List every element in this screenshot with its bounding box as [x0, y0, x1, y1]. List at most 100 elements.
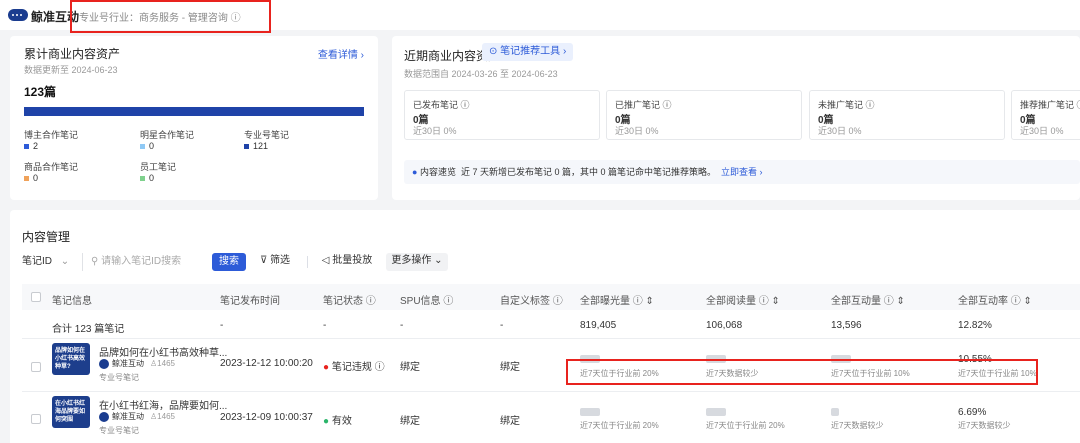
cat-value: 0 — [140, 173, 154, 183]
interactions-rank: 近7天数据较少 — [831, 421, 884, 430]
hidden-value — [706, 408, 726, 416]
view-details-link[interactable]: 查看详情 › — [318, 46, 364, 61]
col-publish-time[interactable]: 笔记发布时间 — [220, 292, 280, 307]
note-title[interactable]: 品牌如何在小红书高效种草... — [99, 344, 227, 359]
tip-text: 近 7 天新增已发布笔记 0 篇，其中 0 篇笔记命中笔记推荐策略。 — [460, 167, 717, 177]
bind-spu-link[interactable]: 绑定 — [400, 412, 420, 427]
avatar — [99, 358, 109, 369]
date-range: 数据范围自 2024-03-26 至 2024-06-23 — [404, 69, 558, 79]
stat-label: 推荐推广笔记 ⓘ — [1020, 100, 1080, 110]
legend-swatch — [140, 176, 145, 182]
id-type-select[interactable]: 笔记ID ⌄ — [22, 253, 82, 271]
total-cell: - — [400, 320, 404, 331]
row-checkbox[interactable] — [31, 362, 41, 372]
bind-tag-link[interactable]: 绑定 — [500, 358, 520, 373]
col-interactions[interactable]: 全部互动量 ⓘ ⇕ — [831, 292, 905, 307]
cumulative-assets-card: 累计商业内容资产 查看详情 › 数据更新至 2024-06-23 123篇 博主… — [10, 36, 378, 200]
search-input[interactable]: ⚲ 请输入笔记ID搜索 — [82, 253, 202, 271]
more-actions-button[interactable]: 更多操作 ⌄ — [386, 253, 448, 271]
hidden-value — [831, 408, 839, 416]
tip-label: 内容速览 — [419, 167, 456, 177]
col-note-info: 笔记信息 — [52, 296, 92, 307]
brand-logo-icon — [8, 9, 28, 21]
stat-sub: 近30日 0% — [615, 126, 659, 136]
filter-icon: ⊽ — [259, 255, 271, 266]
chevron-down-icon: ⌄ — [60, 256, 70, 267]
total-notes: 123篇 — [24, 85, 57, 99]
rate-rank: 近7天数据较少 — [958, 421, 1011, 430]
cat-label: 明星合作笔记 — [140, 130, 195, 140]
cat-value: 2 — [24, 141, 38, 151]
status-badge: ● 笔记违规 ⓘ — [323, 362, 385, 373]
stat-published: 已发布笔记 ⓘ 0篇 近30日 0% — [404, 90, 600, 140]
exposure-rank: 近7天位于行业前 20% — [580, 421, 659, 430]
total-exposure: 819,405 — [580, 320, 617, 331]
bind-tag-link[interactable]: 绑定 — [500, 412, 520, 427]
cat-label: 商品合作笔记 — [24, 162, 79, 172]
row-divider — [22, 391, 1080, 392]
bind-spu-link[interactable]: 绑定 — [400, 358, 420, 373]
total-cell: - — [323, 320, 327, 331]
note-account: 鲸准互动 ♙1465 — [99, 411, 175, 422]
search-icon: ⚲ — [91, 256, 102, 267]
distribution-bar — [24, 107, 364, 116]
note-title[interactable]: 在小红书红海，品牌要如何... — [99, 397, 227, 412]
highlight-metrics — [566, 359, 1038, 385]
select-all-checkbox[interactable] — [31, 292, 41, 302]
note-thumbnail[interactable]: 品牌如何在小红书高效种草? — [52, 343, 90, 375]
col-interaction-rate[interactable]: 全部互动率 ⓘ ⇕ — [958, 292, 1032, 307]
reads-rank: 近7天位于行业前 20% — [706, 421, 785, 430]
stat-label: 未推广笔记 ⓘ — [818, 100, 875, 110]
status-dot: ● — [323, 362, 332, 373]
status-dot: ● — [323, 416, 332, 427]
pin-icon: ⊙ — [489, 46, 501, 57]
total-interactions: 13,596 — [831, 320, 862, 331]
row-divider — [22, 338, 1080, 339]
search-button[interactable]: 搜索 — [212, 253, 246, 271]
section-title: 内容管理 — [22, 230, 71, 244]
avatar — [99, 411, 109, 422]
stat-promoted: 已推广笔记 ⓘ 0篇 近30日 0% — [606, 90, 802, 140]
highlight-industry — [70, 0, 271, 33]
total-cell: - — [220, 320, 224, 331]
stat-label: 已发布笔记 ⓘ — [413, 100, 470, 110]
col-reads[interactable]: 全部阅读量 ⓘ ⇕ — [706, 292, 780, 307]
cat-label: 博主合作笔记 — [24, 130, 79, 140]
note-type: 专业号笔记 — [99, 426, 139, 435]
cat-value: 0 — [140, 141, 154, 151]
row-checkbox[interactable] — [31, 414, 41, 424]
col-custom-tag[interactable]: 自定义标签 ⓘ — [500, 292, 563, 307]
stat-sub: 近30日 0% — [413, 126, 457, 136]
total-label: 合计 123 篇笔记 — [52, 324, 125, 335]
hidden-value — [580, 408, 600, 416]
col-status[interactable]: 笔记状态 ⓘ — [323, 292, 376, 307]
stat-unpromoted: 未推广笔记 ⓘ 0篇 近30日 0% — [809, 90, 1005, 140]
cat-label: 专业号笔记 — [244, 130, 290, 140]
cat-label: 员工笔记 — [140, 162, 177, 172]
status-badge: ● 有效 — [323, 416, 352, 427]
legend-swatch — [140, 144, 145, 150]
total-cell: - — [500, 320, 504, 331]
col-exposure[interactable]: 全部曝光量 ⓘ ⇕ — [580, 292, 654, 307]
legend-swatch — [24, 176, 29, 182]
content-tip-bar: ● 内容速览 近 7 天新增已发布笔记 0 篇，其中 0 篇笔记命中笔记推荐策略… — [404, 160, 1080, 184]
cat-value: 121 — [244, 141, 268, 151]
note-thumbnail[interactable]: 在小红书红海品牌要如何突围 — [52, 396, 90, 428]
updated-date: 数据更新至 2024-06-23 — [24, 65, 118, 75]
total-reads: 106,068 — [706, 320, 743, 331]
total-rate: 12.82% — [958, 320, 992, 331]
stat-sub: 近30日 0% — [818, 126, 862, 136]
recent-assets-card: 近期商业内容资产 ⊙ 笔记推荐工具 › 数据范围自 2024-03-26 至 2… — [392, 36, 1080, 200]
legend-swatch — [244, 144, 249, 150]
publish-time: 2023-12-09 10:00:37 — [220, 412, 313, 423]
legend-swatch — [24, 144, 29, 150]
divider — [307, 256, 308, 268]
batch-deliver-button[interactable]: ◁ 批量投放 — [318, 253, 376, 271]
stat-recommended: 推荐推广笔记 ⓘ 0篇 近30日 0% — [1011, 90, 1080, 140]
col-spu[interactable]: SPU信息 ⓘ — [400, 292, 453, 307]
view-now-link[interactable]: 立即查看 › — [721, 167, 763, 177]
card-title: 累计商业内容资产 — [24, 47, 121, 61]
stat-sub: 近30日 0% — [1020, 126, 1064, 136]
note-recommend-tool-button[interactable]: ⊙ 笔记推荐工具 › — [482, 43, 574, 61]
filter-button[interactable]: ⊽ 筛选 — [252, 253, 298, 271]
